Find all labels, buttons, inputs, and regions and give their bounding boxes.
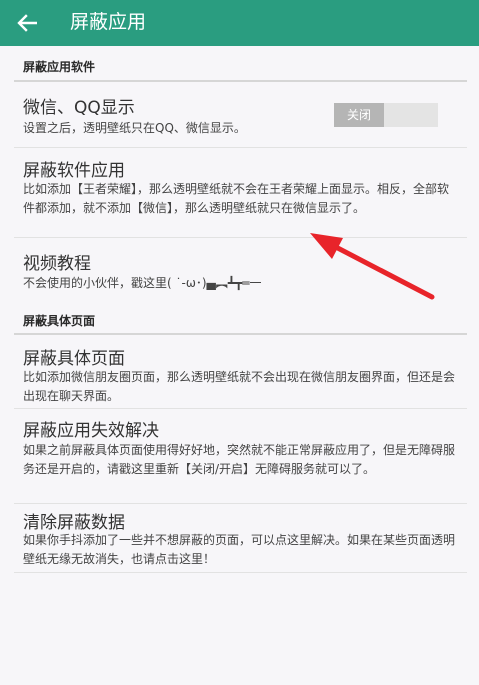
setting-title: 屏蔽应用失效解决 — [23, 421, 159, 441]
app-screen: 屏蔽应用 屏蔽应用软件 微信、QQ显示 设置之后，透明壁纸只在QQ、微信显示。 … — [0, 0, 479, 685]
section-divider — [14, 333, 467, 335]
arrow-left-icon — [17, 14, 37, 32]
setting-title: 清除屏蔽数据 — [23, 513, 125, 533]
setting-description: 如果你手抖添加了一些并不想屏蔽的页面，可以点这里解决。如果在某些页面透明壁纸无缘… — [23, 533, 456, 566]
setting-description: 如果之前屏蔽具体页面使用得好好地，突然就不能正常屏蔽应用了，但是无障碍服务还是开… — [23, 443, 456, 476]
setting-item-clear-data[interactable]: 清除屏蔽数据 如果你手抖添加了一些并不想屏蔽的页面，可以点这里解决。如果在某些页… — [14, 504, 467, 572]
section-header-apps: 屏蔽应用软件 — [23, 60, 96, 74]
setting-description: 比如添加微信朋友圈页面，那么透明壁纸就不会出现在微信朋友圈界面，但还是会出现在聊… — [23, 370, 456, 403]
app-bar: 屏蔽应用 — [0, 0, 479, 46]
toggle-thumb: 关闭 — [334, 103, 384, 127]
section-divider — [14, 80, 467, 82]
setting-title: 微信、QQ显示 — [23, 98, 135, 118]
setting-item-video-tutorial[interactable]: 视频教程 不会使用的小伙伴，戳这里( ˙-ω･)▄︻┻┳═一 — [14, 238, 467, 296]
setting-description: 比如添加【王者荣耀】，那么透明壁纸就不会在王者荣耀上面显示。相反，全部软件都添加… — [23, 182, 450, 215]
setting-item-block-apps[interactable]: 屏蔽软件应用 比如添加【王者荣耀】，那么透明壁纸就不会在王者荣耀上面显示。相反，… — [14, 148, 467, 236]
section-header-pages: 屏蔽具体页面 — [23, 314, 96, 328]
setting-title: 屏蔽具体页面 — [23, 349, 125, 369]
setting-title: 视频教程 — [23, 254, 91, 274]
setting-item-block-fail[interactable]: 屏蔽应用失效解决 如果之前屏蔽具体页面使用得好好地，突然就不能正常屏蔽应用了，但… — [14, 409, 467, 503]
page-title: 屏蔽应用 — [70, 11, 147, 33]
setting-title: 屏蔽软件应用 — [23, 161, 125, 181]
item-divider — [14, 572, 467, 573]
wechat-qq-toggle[interactable]: 关闭 — [334, 103, 438, 127]
setting-description: 不会使用的小伙伴，戳这里( ˙-ω･)▄︻┻┳═一 — [23, 276, 262, 290]
back-button[interactable] — [12, 8, 42, 38]
setting-item-block-page[interactable]: 屏蔽具体页面 比如添加微信朋友圈页面，那么透明壁纸就不会出现在微信朋友圈界面，但… — [14, 336, 467, 406]
